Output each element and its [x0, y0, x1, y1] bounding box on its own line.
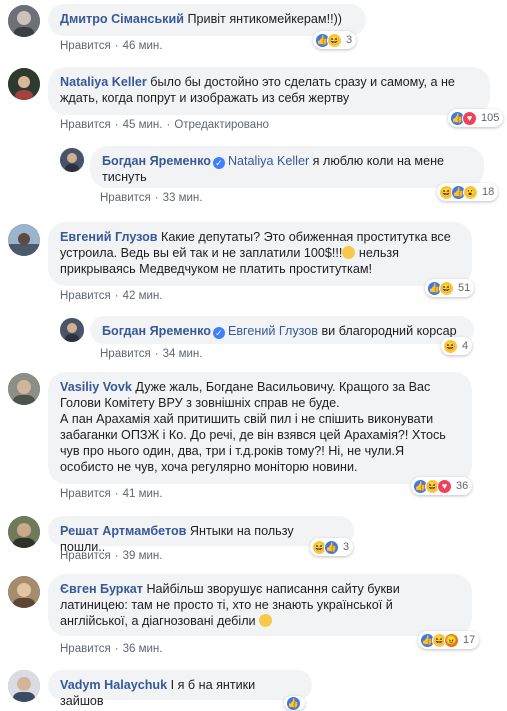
timestamp[interactable]: 34 мин. [163, 348, 203, 360]
comment-author[interactable]: Дмитро Сіманський [60, 12, 184, 26]
avatar[interactable] [8, 516, 40, 548]
reactions-summary[interactable]: 👍 😆 ♥ 36 [411, 477, 473, 495]
verified-badge-icon: ✓ [212, 157, 225, 169]
comment-author[interactable]: Евгений Глузов [60, 230, 158, 244]
reaction-count: 4 [462, 340, 469, 352]
like-link[interactable]: Нравится [60, 550, 111, 562]
comment-author[interactable]: Богдан Яременко [102, 324, 211, 338]
like-link[interactable]: Нравится [60, 40, 111, 52]
timestamp[interactable]: 42 мин. [123, 290, 163, 302]
comment-bubble: Богдан Яременко ✓ Евгений Глузов ви благор… [90, 316, 474, 344]
like-reaction-icon: 👍 [286, 695, 301, 711]
comment-bubble: Nataliya Keller было бы достойно это сде… [48, 67, 490, 115]
comment-text: Привіт янтикомейкерам!!)) [183, 12, 342, 26]
reactions-summary[interactable]: 👍 😆 3 [313, 31, 357, 49]
comment-text-cont: А пан Арахамія хай притишить свій пил і … [60, 412, 446, 474]
like-reaction-icon: 👍 [324, 539, 339, 555]
comment-meta: Нравится · 39 мин. [60, 550, 163, 562]
like-link[interactable]: Нравится [100, 348, 151, 360]
timestamp[interactable]: 33 мин. [163, 192, 203, 204]
avatar[interactable] [8, 224, 40, 256]
love-reaction-icon: ♥ [437, 478, 452, 494]
like-link[interactable]: Нравится [60, 488, 111, 500]
comment-author[interactable]: Nataliya Keller [60, 75, 147, 89]
avatar[interactable] [8, 5, 40, 37]
grinning-emoji-icon [342, 246, 356, 259]
comment-meta: Нравится · 46 мин. [60, 40, 163, 52]
mention-link[interactable]: Евгений Глузов [228, 324, 318, 338]
comment-meta: Нравится · 45 мин. · Отредактировано [60, 119, 269, 131]
reactions-summary[interactable]: 😆 👍 3 [310, 538, 354, 556]
comment-bubble: Богдан Яременко ✓ Nataliya Keller я люблю … [90, 146, 484, 188]
reaction-count: 18 [482, 186, 495, 198]
comment-author[interactable]: Решат Артмамбетов [60, 524, 186, 538]
reactions-summary[interactable]: 👍 😆 51 [425, 279, 475, 297]
timestamp[interactable]: 41 мин. [123, 488, 163, 500]
timestamp[interactable]: 45 мин. [123, 119, 163, 131]
comment-meta: Нравится · 33 мин. [100, 192, 203, 204]
comment-bubble: Vadym Halaychuk І я б на янтики зайшов [48, 670, 312, 708]
like-link[interactable]: Нравится [60, 643, 111, 655]
comment-text: ви благородний корсар [317, 324, 457, 338]
reactions-summary[interactable]: 👍 😆 😠 17 [418, 631, 480, 649]
love-reaction-icon: ♥ [462, 110, 477, 126]
comment-author[interactable]: Богдан Яременко [102, 154, 211, 168]
haha-reaction-icon: 😆 [327, 32, 342, 48]
avatar[interactable] [60, 318, 84, 342]
timestamp[interactable]: 46 мин. [123, 40, 163, 52]
avatar[interactable] [60, 148, 84, 172]
reactions-summary[interactable]: 😆 👍 😮 18 [437, 183, 499, 201]
edited-label[interactable]: Отредактировано [174, 119, 269, 131]
timestamp[interactable]: 36 мин. [123, 643, 163, 655]
avatar[interactable] [8, 373, 40, 405]
comment-bubble: Решат Артмамбетов Янтыки на пользу пошли… [48, 516, 354, 554]
comment-meta: Нравится · 41 мин. [60, 488, 163, 500]
like-link[interactable]: Нравится [60, 290, 111, 302]
comment-bubble: Евгений Глузов Какие депутаты? Это обиже… [48, 222, 472, 286]
avatar[interactable] [8, 68, 40, 100]
pensive-emoji-icon [259, 614, 273, 627]
comment-author[interactable]: Євген Буркат [60, 582, 143, 596]
haha-reaction-icon: 😆 [439, 280, 454, 296]
like-link[interactable]: Нравится [60, 119, 111, 131]
angry-reaction-icon: 😠 [444, 632, 459, 648]
reaction-count: 36 [456, 480, 469, 492]
comment-author[interactable]: Vadym Halaychuk [60, 678, 167, 692]
avatar[interactable] [8, 576, 40, 608]
comment-bubble: Євген Буркат Найбільш зворушує написання… [48, 574, 472, 636]
comment-meta: Нравится · 34 мин. [100, 348, 203, 360]
comment-bubble: Vasiliy Vovk Дуже жаль, Богдане Васильов… [48, 372, 472, 484]
comment-meta: Нравится · 36 мин. [60, 643, 163, 655]
comment-author[interactable]: Vasiliy Vovk [60, 380, 132, 394]
avatar[interactable] [8, 670, 40, 702]
reactions-summary[interactable]: 👍 ♥ 105 [448, 109, 504, 127]
reaction-count: 3 [346, 34, 353, 46]
haha-reaction-icon: 😆 [443, 338, 458, 354]
reaction-count: 105 [481, 112, 500, 124]
reaction-count: 3 [343, 541, 350, 553]
verified-badge-icon: ✓ [212, 327, 225, 339]
like-link[interactable]: Нравится [100, 192, 151, 204]
reactions-summary[interactable]: 👍 [284, 695, 305, 711]
reactions-summary[interactable]: 😆 4 [441, 337, 473, 355]
reaction-count: 17 [463, 634, 476, 646]
timestamp[interactable]: 39 мин. [123, 550, 163, 562]
comment-meta: Нравится · 42 мин. [60, 290, 163, 302]
mention-link[interactable]: Nataliya Keller [228, 154, 309, 168]
wow-reaction-icon: 😮 [463, 184, 478, 200]
reaction-count: 51 [458, 282, 471, 294]
